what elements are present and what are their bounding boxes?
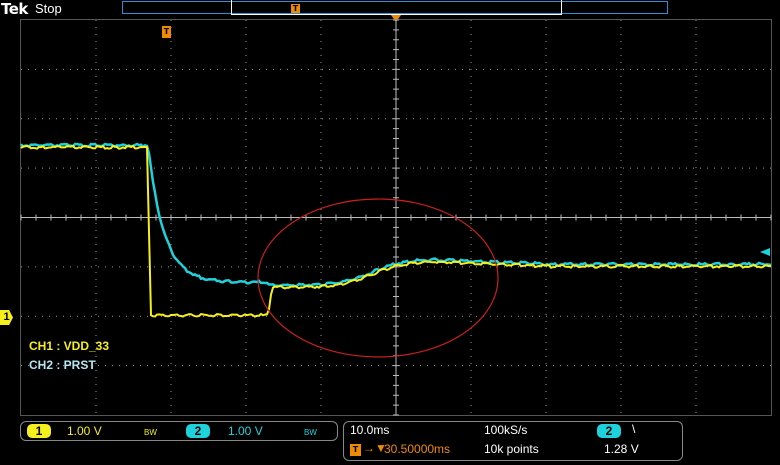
sample-rate: 100kS/s <box>484 423 528 437</box>
annotation-circle <box>257 198 499 358</box>
ch1-scale: 1.00 V <box>67 424 102 438</box>
ch2-badge[interactable]: 2 <box>186 424 210 438</box>
ch2-level-arrow-icon <box>760 248 770 256</box>
ch2-scale: 1.00 V <box>228 424 263 438</box>
trigger-source-badge[interactable]: 2 <box>597 424 621 438</box>
timebase-scale: 10.0ms <box>350 423 390 437</box>
ch1-annotation-label: CH1 : VDD_33 <box>29 339 110 353</box>
ch1-bw-limit: BW <box>144 428 157 437</box>
ch2-annotation-label: CH2 : PRST <box>29 358 96 372</box>
trigger-level: 1.28 V <box>604 442 639 456</box>
ch2-bw-limit: BW <box>304 428 317 437</box>
trigger-slope-falling-icon: \ <box>632 422 636 436</box>
record-length: 10k points <box>484 442 539 456</box>
trigger-position: 30.50000ms <box>384 442 451 456</box>
scope-canvas <box>20 19 772 416</box>
ch1-badge[interactable]: 1 <box>27 424 51 438</box>
trigger-delay-icon: T <box>350 444 361 456</box>
